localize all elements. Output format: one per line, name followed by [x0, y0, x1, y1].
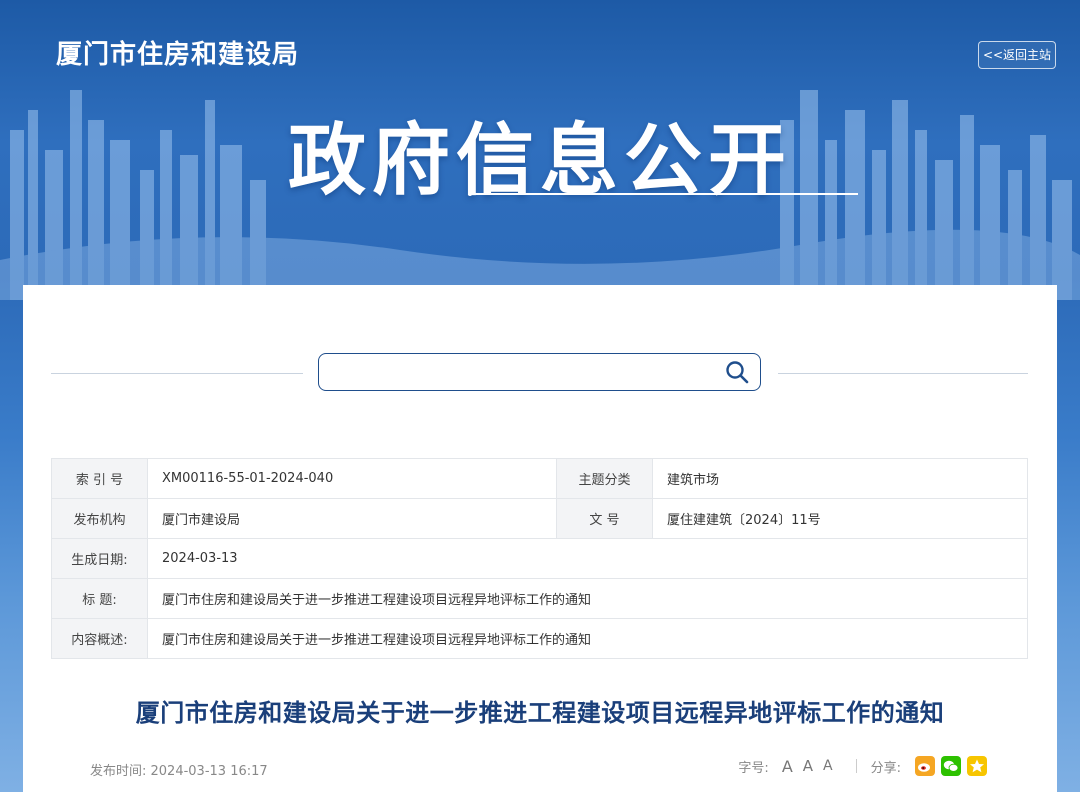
table-row: 标 题: 厦门市住房和建设局关于进一步推进工程建设项目远程异地评标工作的通知	[51, 578, 1028, 619]
topic-label: 主题分类	[556, 458, 653, 499]
article-title: 厦门市住房和建设局关于进一步推进工程建设项目远程异地评标工作的通知	[135, 699, 945, 727]
search-divider-right	[778, 373, 1028, 374]
index-number-label: 索 引 号	[51, 458, 148, 499]
summary-label: 内容概述:	[51, 618, 148, 659]
document-number-value: 厦住建建筑〔2024〕11号	[652, 498, 1028, 539]
font-size-large-button[interactable]: A	[782, 757, 793, 776]
title-label: 标 题:	[51, 578, 148, 619]
qzone-share-icon[interactable]	[967, 756, 987, 776]
search-box	[318, 353, 761, 391]
site-title: 厦门市住房和建设局	[56, 40, 300, 70]
topic-value: 建筑市场	[652, 458, 1028, 499]
table-row: 索 引 号 XM00116-55-01-2024-040 主题分类 建筑市场	[51, 458, 1028, 499]
document-number-label: 文 号	[556, 498, 653, 539]
date-value: 2024-03-13	[147, 538, 1028, 579]
weibo-share-icon[interactable]	[915, 756, 935, 776]
publish-time: 发布时间: 2024-03-13 16:17	[90, 764, 268, 779]
back-to-main-site-button[interactable]: <<返回主站	[978, 41, 1056, 69]
share-label: 分享:	[870, 760, 901, 776]
content-card: 索 引 号 XM00116-55-01-2024-040 主题分类 建筑市场 发…	[23, 285, 1057, 792]
summary-value: 厦门市住房和建设局关于进一步推进工程建设项目远程异地评标工作的通知	[147, 618, 1028, 659]
search-divider-left	[51, 373, 303, 374]
table-row: 内容概述: 厦门市住房和建设局关于进一步推进工程建设项目远程异地评标工作的通知	[51, 618, 1028, 659]
document-metadata-table: 索 引 号 XM00116-55-01-2024-040 主题分类 建筑市场 发…	[51, 458, 1028, 659]
table-row: 生成日期: 2024-03-13	[51, 538, 1028, 579]
index-number-value: XM00116-55-01-2024-040	[147, 458, 557, 499]
title-value: 厦门市住房和建设局关于进一步推进工程建设项目远程异地评标工作的通知	[147, 578, 1028, 619]
table-row: 发布机构 厦门市建设局 文 号 厦住建建筑〔2024〕11号	[51, 498, 1028, 539]
search-bar	[23, 353, 1057, 393]
hero-underline	[468, 192, 858, 196]
font-size-small-button[interactable]: A	[823, 758, 833, 774]
date-label: 生成日期:	[51, 538, 148, 579]
wechat-share-icon[interactable]	[941, 756, 961, 776]
divider	[855, 759, 857, 773]
search-input[interactable]	[331, 360, 715, 386]
font-size-label: 字号:	[738, 760, 769, 776]
font-size-medium-button[interactable]: A	[803, 757, 813, 775]
article-tools: 字号: A A A 分享:	[738, 756, 987, 776]
publisher-label: 发布机构	[51, 498, 148, 539]
search-icon[interactable]	[724, 359, 750, 385]
publisher-value: 厦门市建设局	[147, 498, 557, 539]
